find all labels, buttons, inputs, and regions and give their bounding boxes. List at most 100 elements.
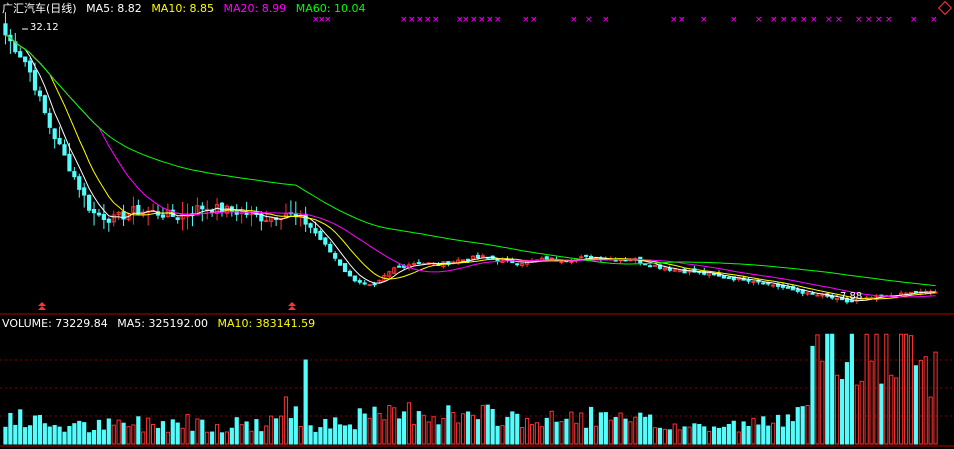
volume-bar xyxy=(431,416,436,445)
signal-marker: × xyxy=(408,15,416,25)
signal-marker: × xyxy=(522,15,530,25)
volume-bar xyxy=(318,427,323,445)
volume-bar xyxy=(544,417,549,445)
candle-body xyxy=(323,237,328,245)
signal-marker: × xyxy=(780,15,788,25)
volume-bar xyxy=(372,406,377,445)
volume-bar xyxy=(347,424,353,445)
volume-bar xyxy=(62,431,67,445)
stock-chart[interactable]: ××× × × × × × ×× × × × × × × × × × × × × × × × × × × × × × × × × × × × xyxy=(0,0,954,449)
volume-bar xyxy=(711,426,717,445)
chart-title: 广汇汽车(日线) xyxy=(2,2,77,15)
volume-bar xyxy=(780,426,786,445)
volume-bar xyxy=(879,383,884,445)
candle-body xyxy=(869,296,874,299)
volume-bar xyxy=(500,425,505,445)
volume-bar xyxy=(72,423,77,445)
candle-body xyxy=(318,230,323,240)
candle-body xyxy=(751,280,756,283)
volume-bar xyxy=(141,431,146,445)
volume-bar xyxy=(357,408,362,445)
signal-marker: × xyxy=(730,15,738,25)
candle-body xyxy=(27,60,33,73)
volume-bar xyxy=(697,423,702,445)
volume-bar xyxy=(175,422,180,445)
volume-bar xyxy=(918,359,923,445)
candle-body xyxy=(677,270,682,273)
volume-bar xyxy=(588,406,594,445)
volume-bar xyxy=(574,422,579,445)
volume-bar xyxy=(170,419,175,445)
volume-bar xyxy=(367,417,372,445)
volume-bar xyxy=(726,423,731,445)
volume-bar xyxy=(205,431,210,445)
candle-body xyxy=(219,202,225,213)
volume-bar xyxy=(106,418,111,445)
volume-bar xyxy=(155,427,161,445)
volume-bar xyxy=(298,426,303,445)
signal-marker: × xyxy=(835,15,843,25)
candle-body xyxy=(101,214,106,221)
volume-bar xyxy=(825,333,830,445)
ma5-line xyxy=(5,34,936,302)
volume-bar xyxy=(849,333,854,445)
volume-bar xyxy=(692,423,697,445)
volume-bar xyxy=(515,413,520,445)
volume-bar xyxy=(913,365,918,445)
candle-body xyxy=(72,171,77,178)
volume-bar xyxy=(559,421,564,445)
volume-bar xyxy=(87,432,92,445)
volume-bar xyxy=(667,429,672,445)
volume-bar xyxy=(864,333,869,445)
signal-marker: × xyxy=(930,15,938,25)
volume-bar xyxy=(908,335,914,445)
volume-bar xyxy=(628,421,633,445)
candle-body xyxy=(559,261,564,264)
candle-body xyxy=(91,208,97,214)
volume-bar xyxy=(598,412,604,445)
volume-bar xyxy=(874,333,879,445)
volume-bar xyxy=(593,425,599,445)
volume-bar xyxy=(77,420,82,445)
volume-bar xyxy=(131,424,136,445)
candle-body xyxy=(106,218,111,223)
volume-bar xyxy=(564,418,569,445)
candle-body xyxy=(342,263,348,273)
volume-bar xyxy=(520,427,525,445)
volume-bar xyxy=(126,426,131,445)
ma10-legend: MA10: 8.85 xyxy=(151,2,215,15)
volume-bar xyxy=(761,416,766,445)
candle-body xyxy=(47,112,52,128)
volume-bar xyxy=(643,416,648,445)
candle-body xyxy=(337,259,343,266)
candle-body xyxy=(480,255,485,258)
ma20-legend: MA20: 8.99 xyxy=(223,2,287,15)
signal-marker: × xyxy=(670,15,678,25)
volume-bar xyxy=(815,334,820,445)
candle-body xyxy=(82,187,87,196)
candle-body xyxy=(411,263,417,266)
volume-bar xyxy=(505,416,510,445)
signal-marker: × xyxy=(432,15,440,25)
candle-body xyxy=(913,290,918,293)
volume-bar xyxy=(323,418,328,445)
signal-marker: × xyxy=(478,15,486,25)
volume-bar xyxy=(539,426,544,445)
volume-bar xyxy=(736,431,741,445)
volume-bar xyxy=(160,421,166,445)
volume-bar xyxy=(229,427,234,445)
ma10-line xyxy=(5,34,936,300)
candle-body xyxy=(771,284,776,287)
volume-bar xyxy=(219,432,225,445)
volume-bar xyxy=(800,406,805,445)
volume-bar xyxy=(889,374,894,445)
volume-bar xyxy=(165,431,170,445)
volume-bar xyxy=(785,414,791,445)
volume-bar xyxy=(554,421,559,445)
volume-bar xyxy=(623,418,628,445)
candle-body xyxy=(333,253,338,259)
volume-bar xyxy=(269,415,274,445)
volume-bar xyxy=(721,426,727,445)
volume-bar xyxy=(648,414,653,445)
candle-body xyxy=(328,243,333,253)
